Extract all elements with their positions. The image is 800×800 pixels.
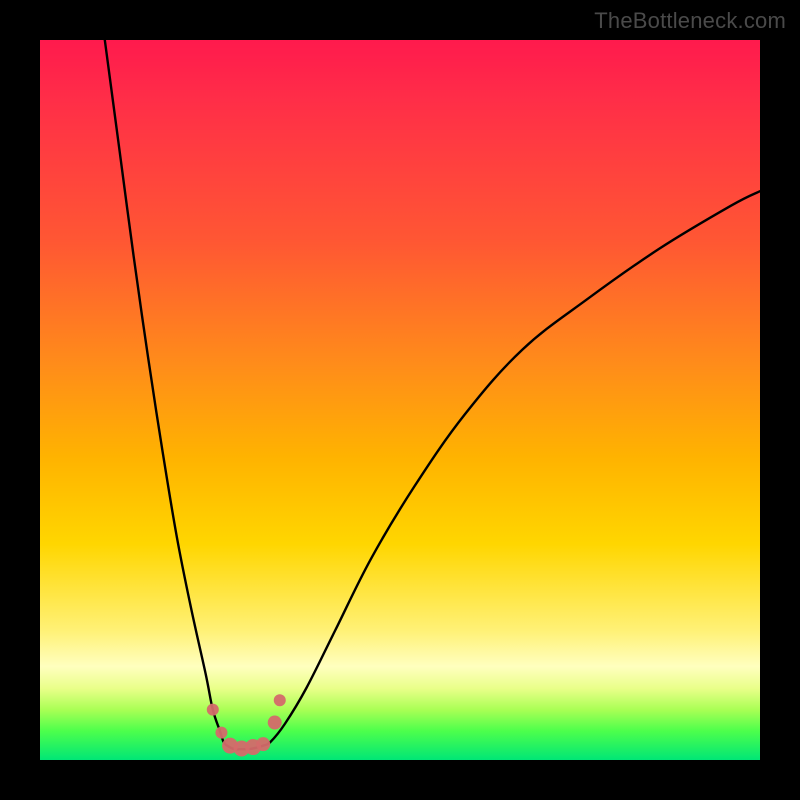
curve-layer: [40, 40, 760, 760]
watermark-text: TheBottleneck.com: [594, 8, 786, 34]
trough-marker: [215, 727, 227, 739]
trough-marker: [268, 716, 282, 730]
trough-marker: [256, 737, 270, 751]
curve-group: [105, 40, 760, 749]
trough-marker: [274, 694, 286, 706]
trough-marker: [207, 704, 219, 716]
bottleneck-curve: [105, 40, 760, 749]
chart-frame: TheBottleneck.com: [0, 0, 800, 800]
plot-area: [40, 40, 760, 760]
